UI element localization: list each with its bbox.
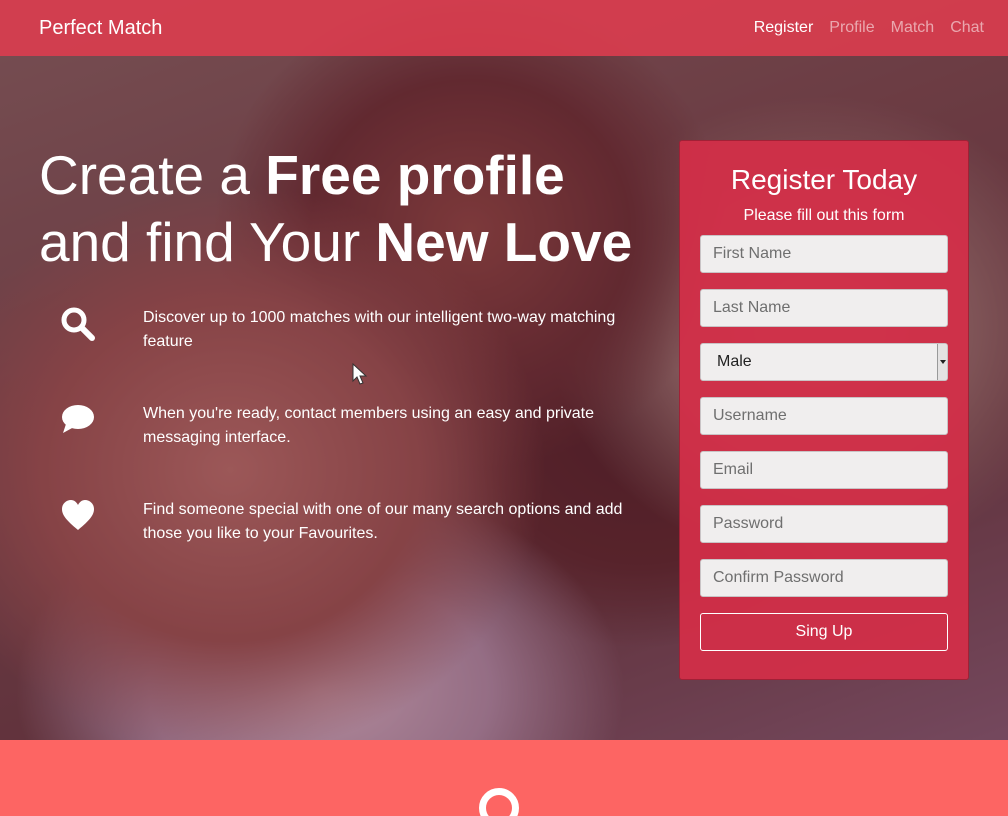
first-name-input[interactable] <box>700 235 948 273</box>
feature-text: When you're ready, contact members using… <box>143 405 594 446</box>
feature-text: Find someone special with one of our man… <box>143 501 623 542</box>
headline-line2-light: and find Your <box>39 211 376 273</box>
mouse-cursor-icon <box>352 363 368 385</box>
brand-link[interactable]: Perfect Match <box>39 17 162 40</box>
register-title: Register Today <box>730 164 918 195</box>
email-input[interactable] <box>700 451 948 489</box>
register-form: Register Today Please fill out this form… <box>679 140 969 680</box>
password-input[interactable] <box>700 505 948 543</box>
gender-select[interactable]: Male <box>700 343 948 381</box>
hero-headline: Create a Free profile and find Your New … <box>39 142 659 276</box>
username-input[interactable] <box>700 397 948 435</box>
headline-line2-bold: New Love <box>375 211 633 273</box>
select-arrow-icon[interactable] <box>937 344 947 380</box>
nav-link-chat[interactable]: Chat <box>950 19 984 37</box>
circle-icon <box>479 788 519 816</box>
confirm-password-input[interactable] <box>700 559 948 597</box>
feature-list: Discover up to 1000 matches with our int… <box>60 306 640 594</box>
bottom-section <box>0 740 1008 816</box>
headline-line1-bold: Free profile <box>265 144 565 206</box>
nav-link-register[interactable]: Register <box>754 19 814 37</box>
feature-item: When you're ready, contact members using… <box>60 402 640 498</box>
feature-item: Find someone special with one of our man… <box>60 498 640 594</box>
headline-line1-light: Create a <box>39 144 266 206</box>
feature-item: Discover up to 1000 matches with our int… <box>60 306 640 402</box>
chat-bubble-icon <box>60 402 96 438</box>
nav-link-profile[interactable]: Profile <box>829 19 874 37</box>
search-icon <box>60 306 96 342</box>
nav-links: Register Profile Match Chat <box>754 19 984 37</box>
signup-button[interactable]: Sing Up <box>700 613 948 651</box>
feature-text: Discover up to 1000 matches with our int… <box>143 309 616 350</box>
last-name-input[interactable] <box>700 289 948 327</box>
navbar: Perfect Match Register Profile Match Cha… <box>0 0 1008 56</box>
gender-select-value[interactable]: Male <box>700 343 948 381</box>
register-subtitle: Please fill out this form <box>743 207 905 224</box>
nav-link-match[interactable]: Match <box>891 19 935 37</box>
heart-icon <box>60 498 96 534</box>
